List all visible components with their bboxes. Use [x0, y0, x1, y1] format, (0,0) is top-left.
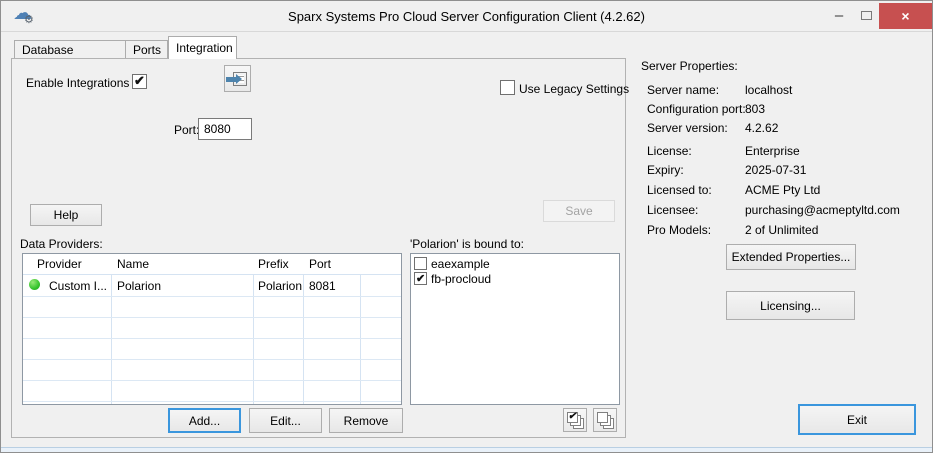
exit-button[interactable]: Exit — [798, 404, 916, 435]
tab-integration[interactable]: Integration — [168, 36, 237, 59]
window-title: Sparx Systems Pro Cloud Server Configura… — [1, 9, 932, 24]
enable-integrations-label: Enable Integrations — [26, 76, 129, 90]
cell-port: 8081 — [309, 279, 336, 293]
save-label: Save — [565, 204, 592, 218]
column-port: Port — [309, 257, 331, 271]
window-bottom-frame — [1, 447, 932, 452]
uncheck-all-button[interactable] — [593, 408, 617, 432]
cell-prefix: Polarion — [258, 279, 302, 293]
maximize-icon — [861, 11, 872, 20]
remove-label: Remove — [344, 414, 389, 428]
remove-button[interactable]: Remove — [329, 408, 403, 433]
integration-panel: Enable Integrations Use Legacy Settings … — [11, 58, 626, 438]
help-button[interactable]: Help — [30, 204, 102, 226]
licensing-label: Licensing... — [760, 299, 821, 313]
licensing-button[interactable]: Licensing... — [726, 291, 855, 320]
provider-status-icon — [29, 279, 40, 290]
exit-label: Exit — [847, 413, 867, 427]
port-input[interactable] — [198, 118, 252, 140]
column-prefix: Prefix — [258, 257, 289, 271]
cell-name: Polarion — [117, 279, 161, 293]
data-providers-label: Data Providers: — [20, 237, 103, 251]
minimize-button[interactable]: – — [825, 1, 853, 29]
fb-procloud-checkbox[interactable] — [414, 272, 427, 285]
prop-pro-models: Pro Models: 2 of Unlimited — [647, 223, 927, 237]
check-all-button[interactable] — [563, 408, 587, 432]
list-item-label: eaexample — [431, 257, 490, 271]
extended-properties-label: Extended Properties... — [732, 250, 851, 264]
edit-button[interactable]: Edit... — [249, 408, 322, 433]
use-legacy-settings-label: Use Legacy Settings — [519, 82, 629, 96]
enable-integrations-checkbox[interactable] — [132, 74, 147, 89]
close-button[interactable]: × — [879, 3, 932, 29]
tab-label: Integration — [176, 41, 233, 55]
extended-properties-button[interactable]: Extended Properties... — [726, 244, 856, 270]
prop-server-version: Server version: 4.2.62 — [647, 121, 927, 135]
tab-label: Ports — [133, 43, 161, 57]
prop-licensed-to: Licensed to: ACME Pty Ltd — [647, 183, 927, 197]
check-all-icon — [567, 412, 584, 429]
column-name: Name — [117, 257, 149, 271]
server-properties-heading: Server Properties: — [641, 59, 738, 73]
prop-license: License: Enterprise — [647, 144, 927, 158]
uncheck-all-icon — [597, 412, 614, 429]
import-arrow-icon — [226, 77, 236, 82]
data-providers-table[interactable]: Provider Name Prefix Port Custom I... Po… — [22, 253, 402, 405]
prop-configuration-port: Configuration port: 803 — [647, 102, 927, 116]
port-label: Port: — [174, 123, 199, 137]
prop-server-name: Server name: localhost — [647, 83, 927, 97]
tab-database-managers[interactable]: Database Managers — [14, 40, 126, 59]
add-label: Add... — [189, 414, 220, 428]
minimize-icon: – — [835, 7, 843, 24]
maximize-button[interactable] — [853, 1, 879, 29]
prop-expiry: Expiry: 2025-07-31 — [647, 163, 927, 177]
save-button[interactable]: Save — [543, 200, 615, 222]
titlebar: ☁ ⚙ Sparx Systems Pro Cloud Server Confi… — [1, 1, 932, 32]
edit-label: Edit... — [270, 414, 301, 428]
add-button[interactable]: Add... — [168, 408, 241, 433]
column-provider: Provider — [37, 257, 82, 271]
cell-provider: Custom I... — [49, 279, 107, 293]
bound-to-listbox[interactable]: eaexample fb-procloud — [410, 253, 620, 405]
prop-licensee: Licensee: purchasing@acmeptyltd.com — [647, 203, 927, 217]
tab-ports[interactable]: Ports — [125, 40, 168, 59]
use-legacy-settings-checkbox[interactable] — [500, 80, 515, 95]
table-header[interactable]: Provider Name Prefix Port — [23, 254, 401, 275]
help-label: Help — [54, 208, 79, 222]
close-icon: × — [901, 8, 909, 24]
table-row[interactable]: Custom I... Polarion Polarion 8081 — [23, 276, 401, 296]
bound-to-label: 'Polarion' is bound to: — [410, 237, 524, 251]
list-item-label: fb-procloud — [431, 272, 491, 286]
eaexample-checkbox[interactable] — [414, 257, 427, 270]
app-window: ☁ ⚙ Sparx Systems Pro Cloud Server Confi… — [0, 0, 933, 453]
import-settings-button[interactable] — [224, 65, 251, 92]
